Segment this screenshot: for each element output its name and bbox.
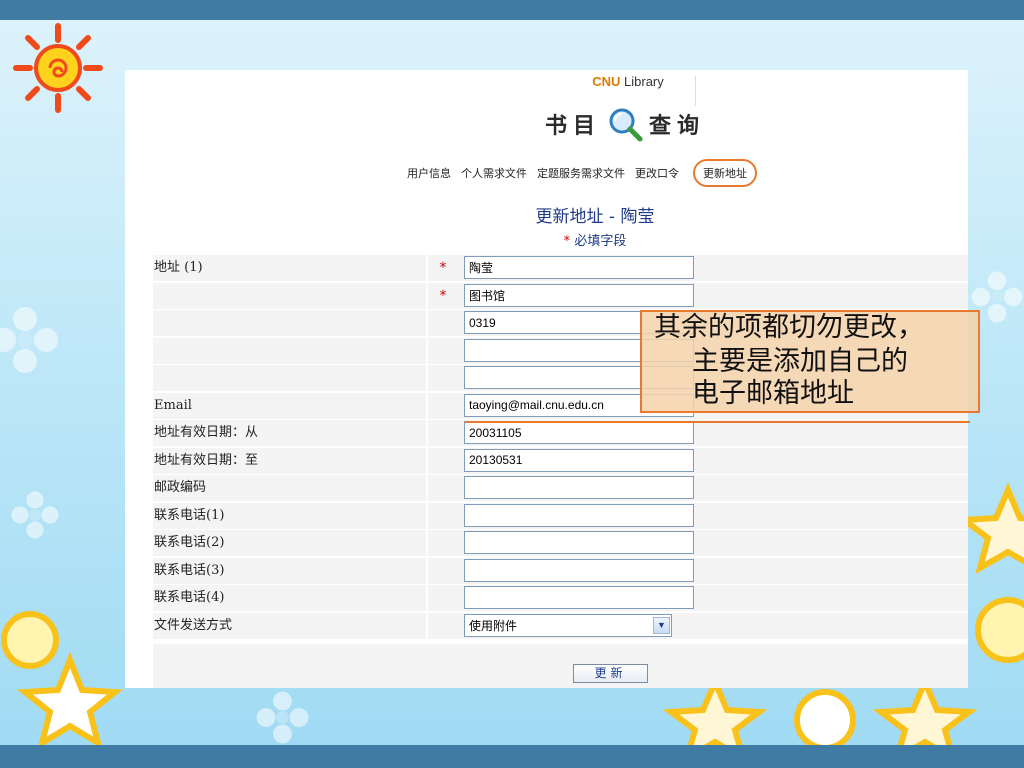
flower-icon (0, 307, 58, 373)
row-label (153, 365, 426, 391)
phone-3-input[interactable] (464, 558, 694, 582)
nav-change-password[interactable]: 更改口令 (635, 165, 679, 181)
required-mark (428, 447, 458, 474)
callout-line-2: 主要是添加自己的 (692, 346, 908, 377)
callout-underline (465, 421, 970, 423)
row-label (153, 282, 426, 309)
required-mark (428, 337, 458, 364)
postcode-label: 邮政编码 (153, 475, 426, 501)
phone-2-label: 联系电话(2) (153, 530, 426, 556)
form-row-valid-to: 地址有效日期：至 (153, 447, 968, 476)
required-mark (428, 392, 458, 419)
phone-2-input[interactable] (464, 531, 694, 554)
flower-icon (256, 691, 309, 744)
phone-1-input[interactable] (464, 503, 694, 527)
required-note-text: 必填字段 (574, 234, 627, 249)
star-decoration-icon (1, 611, 123, 745)
phone-1-label: 联系电话(1) (153, 502, 426, 529)
phone-4-label: 联系电话(4) (153, 585, 426, 611)
form-row-phone-1: 联系电话(1) (153, 502, 968, 531)
callout-line-3: 电子邮箱地址 (692, 378, 854, 409)
form-row-phone-3: 联系电话(3) (153, 557, 968, 586)
required-star: * (428, 255, 458, 281)
delivery-method-select[interactable]: 使用附件 ▼ (464, 613, 672, 637)
star-decoration-icon (662, 680, 978, 745)
callout-line-1: 其余的项都切勿更改， (654, 312, 924, 343)
required-mark (428, 557, 458, 584)
update-button[interactable]: 更新 (573, 664, 648, 683)
form-row-postcode: 邮政编码 (153, 475, 968, 503)
required-mark (428, 530, 458, 556)
form-row-delivery: 文件发送方式 使用附件 ▼ (153, 612, 968, 641)
catalog-title-right: 查询 (649, 113, 706, 139)
top-band (0, 0, 1024, 20)
required-note: * 必填字段 (445, 230, 745, 249)
required-star: * (563, 234, 571, 249)
row-label (153, 310, 426, 336)
brand-prefix: CNU (592, 74, 621, 89)
page-title: 更新地址 - 陶莹 (535, 207, 655, 227)
delivery-method-value: 使用附件 (469, 618, 518, 633)
nav-user-info[interactable]: 用户信息 (407, 165, 451, 181)
bottom-band (0, 745, 1024, 768)
form-row-address-1: 地址 (1) * (153, 255, 968, 283)
flower-icon (11, 491, 59, 539)
required-mark (428, 585, 458, 611)
required-mark (428, 612, 458, 639)
phone-4-input[interactable] (464, 586, 694, 609)
catalog-title-left: 书目 (544, 113, 601, 139)
nav-personal-request-file[interactable]: 个人需求文件 (461, 165, 527, 181)
form-row-valid-from: 地址有效日期：从 (153, 420, 968, 448)
valid-to-label: 地址有效日期：至 (153, 447, 426, 474)
email-label: Email (153, 392, 426, 419)
valid-to-input[interactable] (464, 448, 694, 472)
required-mark (428, 502, 458, 529)
catalog-title: 书目 查询 (535, 104, 715, 144)
divider (695, 76, 696, 106)
chevron-down-icon[interactable]: ▼ (653, 616, 670, 634)
star-decoration-icon (968, 482, 1024, 663)
required-mark (428, 475, 458, 501)
delivery-method-label: 文件发送方式 (153, 612, 426, 639)
address-label: 地址 (1) (153, 255, 426, 281)
form-row-phone-2: 联系电话(2) (153, 530, 968, 558)
form-row-phone-4: 联系电话(4) (153, 585, 968, 613)
required-mark (428, 365, 458, 391)
submit-area: 更新 (153, 644, 968, 688)
row-label (153, 337, 426, 364)
nav-sdi-request-file[interactable]: 定题服务需求文件 (537, 165, 625, 181)
address-line-2-input[interactable] (464, 283, 694, 307)
required-mark (428, 310, 458, 336)
nav-update-address[interactable]: 更新地址 (693, 159, 757, 187)
annotation-callout: 其余的项都切勿更改， 主要是添加自己的 电子邮箱地址 (640, 310, 980, 413)
required-mark (428, 420, 458, 446)
postcode-input[interactable] (464, 476, 694, 499)
sun-icon (13, 23, 103, 113)
valid-from-label: 地址有效日期：从 (153, 420, 426, 446)
library-brand: CNU Library (568, 74, 688, 89)
phone-3-label: 联系电话(3) (153, 557, 426, 584)
account-nav: 用户信息 个人需求文件 定题服务需求文件 更改口令 更新地址 (407, 159, 847, 187)
form-row-address-2: * (153, 282, 968, 311)
valid-from-input[interactable] (464, 421, 694, 444)
magnifier-icon (609, 108, 643, 142)
required-star: * (428, 282, 458, 309)
brand-suffix: Library (620, 74, 664, 89)
address-line-1-input[interactable] (464, 256, 694, 279)
